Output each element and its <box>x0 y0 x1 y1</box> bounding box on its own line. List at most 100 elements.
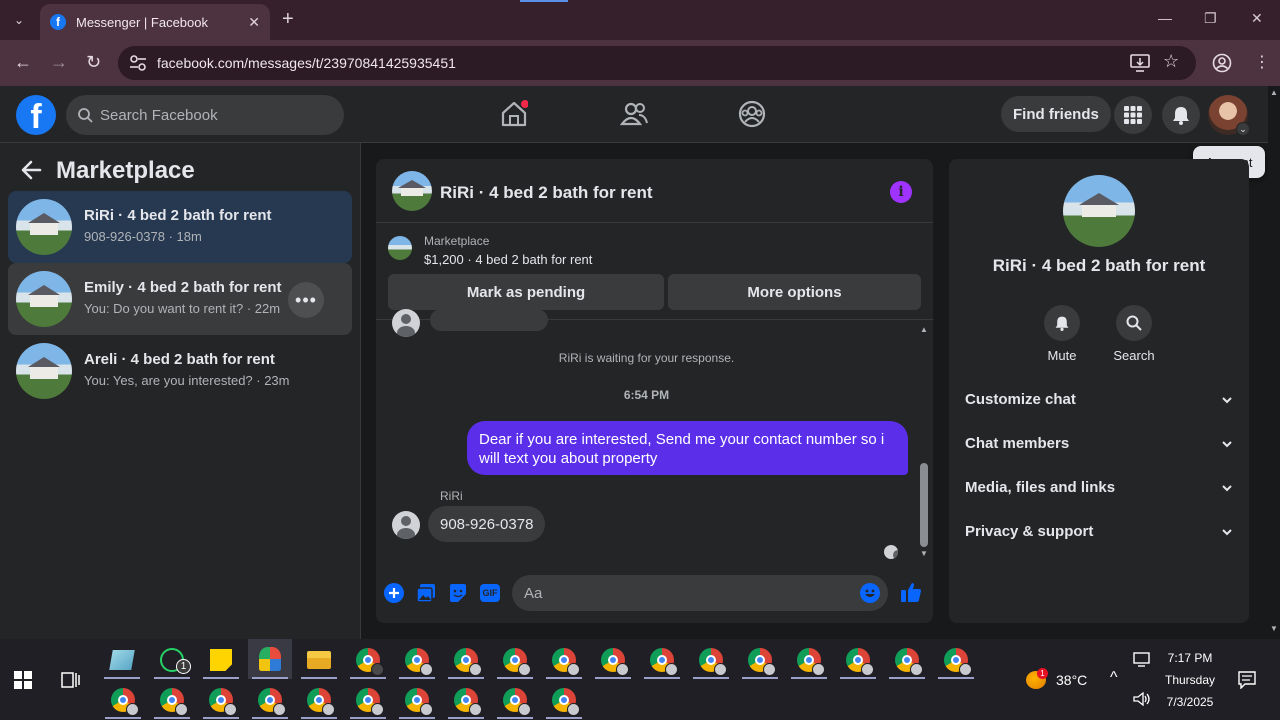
clock-day[interactable]: Thursday <box>1160 673 1220 687</box>
emoji-icon[interactable] <box>860 583 880 603</box>
back-arrow-icon[interactable]: ← <box>14 52 32 73</box>
message-scrollbar[interactable]: ▲ ▼ <box>917 321 931 561</box>
mark-as-pending-button[interactable]: Mark as pending <box>388 274 664 310</box>
taskbar-chrome[interactable] <box>591 641 635 679</box>
install-app-icon[interactable] <box>1130 54 1150 72</box>
taskbar-chrome[interactable] <box>248 681 292 719</box>
windows-start-icon[interactable] <box>14 671 32 689</box>
taskbar-chrome[interactable] <box>444 641 488 679</box>
close-window-icon[interactable]: ✕ <box>1251 10 1263 27</box>
search-facebook-input[interactable]: Search Facebook <box>66 95 344 135</box>
taskbar-app-whatsapp[interactable]: 1 <box>150 641 194 679</box>
tray-overflow-chevron-icon[interactable]: ^ <box>1110 669 1118 687</box>
task-view-icon[interactable] <box>61 670 81 690</box>
gif-icon[interactable]: GIF <box>480 584 500 602</box>
profile-icon[interactable] <box>1212 53 1232 73</box>
info-icon[interactable]: i <box>890 181 912 203</box>
menu-grid-button[interactable] <box>1114 96 1152 134</box>
friends-icon[interactable] <box>620 100 648 128</box>
taskbar-app-notes[interactable] <box>100 641 144 679</box>
taskbar-chrome[interactable] <box>640 641 684 679</box>
message-input[interactable]: Aa <box>512 575 888 611</box>
page-scrollbar[interactable]: ▲ ▼ <box>1268 86 1280 639</box>
taskbar-chrome[interactable] <box>689 641 733 679</box>
browser-tab-messenger[interactable]: f Messenger | Facebook ✕ <box>40 4 270 40</box>
taskbar-chrome[interactable] <box>885 641 929 679</box>
new-tab-plus-icon[interactable]: + <box>282 8 294 30</box>
find-friends-button[interactable]: Find friends <box>1001 96 1111 132</box>
conversation-preview: You: Do you want to rent it? · 22m <box>84 301 281 316</box>
page-scroll-down-icon[interactable]: ▼ <box>1270 624 1278 633</box>
taskbar-chrome[interactable] <box>542 681 586 719</box>
reload-icon[interactable]: ↻ <box>86 52 101 73</box>
taskbar-chrome[interactable] <box>836 641 880 679</box>
conversation-item-emily[interactable]: Emily · 4 bed 2 bath for rent You: Do yo… <box>8 263 352 335</box>
clock-time[interactable]: 7:17 PM <box>1160 651 1220 665</box>
media-files-links-section[interactable]: Media, files and links <box>965 479 1235 503</box>
tab-search-chevron-icon[interactable]: ⌄ <box>6 8 32 32</box>
scroll-up-icon[interactable]: ▲ <box>920 325 928 334</box>
taskbar-chrome[interactable] <box>787 641 831 679</box>
conversation-item-riri[interactable]: RiRi · 4 bed 2 bath for rent 908-926-037… <box>8 191 352 263</box>
taskbar-chrome[interactable] <box>346 641 390 679</box>
taskbar-chrome[interactable] <box>395 681 439 719</box>
restore-icon[interactable]: ❐ <box>1204 10 1217 27</box>
back-arrow-icon[interactable] <box>20 159 42 181</box>
listing-price[interactable]: $1,200 · 4 bed 2 bath for rent <box>424 252 592 267</box>
taskbar-chrome[interactable] <box>297 681 341 719</box>
mute-button[interactable]: Mute <box>1032 305 1092 363</box>
bookmark-star-icon[interactable]: ☆ <box>1163 51 1179 72</box>
tab-indicator <box>520 0 568 2</box>
notification-center-icon[interactable] <box>1238 671 1256 689</box>
forward-arrow-icon[interactable]: → <box>50 52 68 73</box>
taskbar-chrome[interactable] <box>199 681 243 719</box>
conversation-item-areli[interactable]: Areli · 4 bed 2 bath for rent You: Yes, … <box>8 335 352 407</box>
sticker-icon[interactable] <box>448 583 468 603</box>
message-list: RiRi is waiting for your response. 6:54 … <box>376 309 933 561</box>
taskbar-chrome[interactable] <box>444 681 488 719</box>
taskbar-chrome[interactable] <box>542 641 586 679</box>
tab-close-icon[interactable]: ✕ <box>248 14 260 31</box>
taskbar-app-file-explorer[interactable] <box>297 641 341 679</box>
more-options-button[interactable]: More options <box>668 274 921 310</box>
plus-circle-icon[interactable] <box>384 583 404 603</box>
notifications-button[interactable] <box>1162 96 1200 134</box>
volume-icon[interactable] <box>1133 692 1151 706</box>
site-settings-icon[interactable] <box>129 55 147 71</box>
chat-panel: RiRi · 4 bed 2 bath for rent i Marketpla… <box>376 159 933 623</box>
thumbs-up-icon[interactable] <box>900 581 922 603</box>
clock-date[interactable]: 7/3/2025 <box>1160 695 1220 709</box>
taskbar-chrome[interactable] <box>346 681 390 719</box>
network-icon[interactable] <box>1133 652 1150 667</box>
groups-icon[interactable] <box>738 100 766 128</box>
taskbar-chrome[interactable] <box>493 681 537 719</box>
photo-icon[interactable] <box>416 583 436 603</box>
taskbar-chrome[interactable] <box>101 681 145 719</box>
account-chevron-icon[interactable]: ⌄ <box>1236 122 1250 136</box>
taskbar-chrome[interactable] <box>150 681 194 719</box>
browser-menu-icon[interactable]: ⋮ <box>1254 52 1270 72</box>
scroll-down-icon[interactable]: ▼ <box>920 549 928 558</box>
sender-avatar <box>392 309 420 337</box>
taskbar-app-sticky-notes[interactable] <box>199 641 243 679</box>
taskbar-chrome[interactable] <box>934 641 978 679</box>
search-in-chat-button[interactable]: Search <box>1104 305 1164 363</box>
facebook-logo-icon[interactable]: f <box>16 95 56 135</box>
customize-chat-section[interactable]: Customize chat <box>965 391 1235 415</box>
home-icon[interactable] <box>500 100 528 128</box>
conversation-more-options-button[interactable]: ••• <box>288 282 324 318</box>
page-scroll-up-icon[interactable]: ▲ <box>1270 88 1278 97</box>
scrollbar-thumb[interactable] <box>920 463 928 547</box>
temperature-text[interactable]: 38°C <box>1056 672 1087 688</box>
chat-title[interactable]: RiRi · 4 bed 2 bath for rent <box>440 183 653 203</box>
address-bar[interactable]: facebook.com/messages/t/2397084142593545… <box>118 46 1196 80</box>
taskbar-app-paint[interactable] <box>248 639 292 679</box>
minimize-icon[interactable]: — <box>1158 10 1172 26</box>
privacy-support-section[interactable]: Privacy & support <box>965 523 1235 547</box>
taskbar-chrome[interactable] <box>493 641 537 679</box>
taskbar-chrome[interactable] <box>395 641 439 679</box>
chat-members-section[interactable]: Chat members <box>965 435 1235 459</box>
chat-avatar[interactable] <box>392 171 432 211</box>
message-composer: GIF Aa <box>376 569 933 617</box>
taskbar-chrome[interactable] <box>738 641 782 679</box>
